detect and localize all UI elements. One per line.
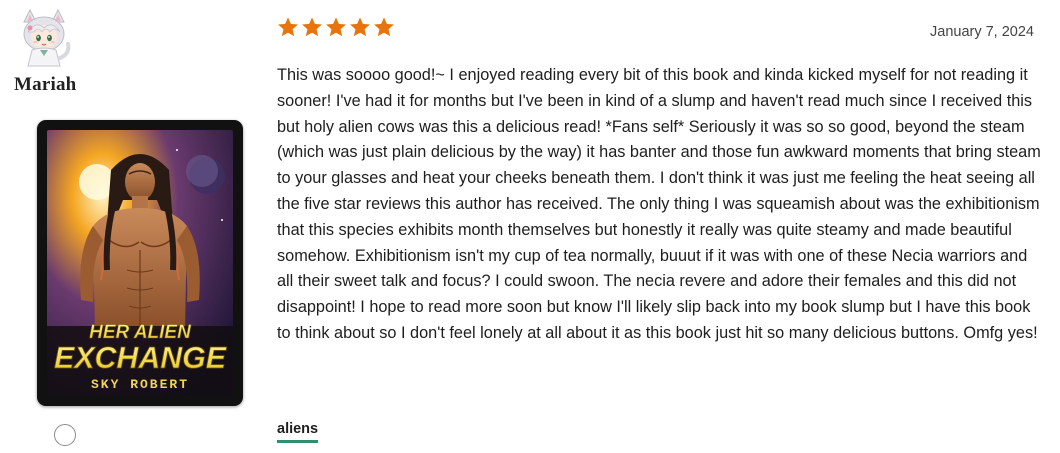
- tag-aliens[interactable]: aliens: [277, 421, 319, 443]
- review-content: January 7, 2024 This was soooo good!~ I …: [277, 0, 1047, 453]
- star-icon: [374, 17, 394, 37]
- book-cover-tablet-frame[interactable]: HER ALIEN EXCHANGE SKY ROBERT: [37, 120, 243, 406]
- select-review-radio[interactable]: [54, 424, 76, 446]
- cover-title-line2: EXCHANGE: [54, 340, 227, 375]
- book-cover: HER ALIEN EXCHANGE SKY ROBERT: [47, 130, 233, 396]
- star-icon: [326, 17, 346, 37]
- star-icon: [278, 17, 298, 37]
- book-cover-art: HER ALIEN EXCHANGE SKY ROBERT: [47, 130, 233, 396]
- cover-author: SKY ROBERT: [91, 377, 189, 392]
- review-card: Mariah HER ALIEN EXCHANGE SKY ROBERT Jan…: [0, 0, 1060, 453]
- star-icon: [302, 17, 322, 37]
- review-body-text: This was soooo good!~ I enjoyed reading …: [277, 66, 1041, 342]
- reviewer-avatar[interactable]: [16, 8, 72, 68]
- reviewer-name[interactable]: Mariah: [14, 74, 76, 96]
- star-icon: [350, 17, 370, 37]
- anime-cat-girl-avatar-icon: [23, 8, 71, 67]
- review-date: January 7, 2024: [930, 24, 1034, 40]
- star-rating: [277, 16, 395, 38]
- reviewer-column: Mariah HER ALIEN EXCHANGE SKY ROBERT: [0, 0, 260, 453]
